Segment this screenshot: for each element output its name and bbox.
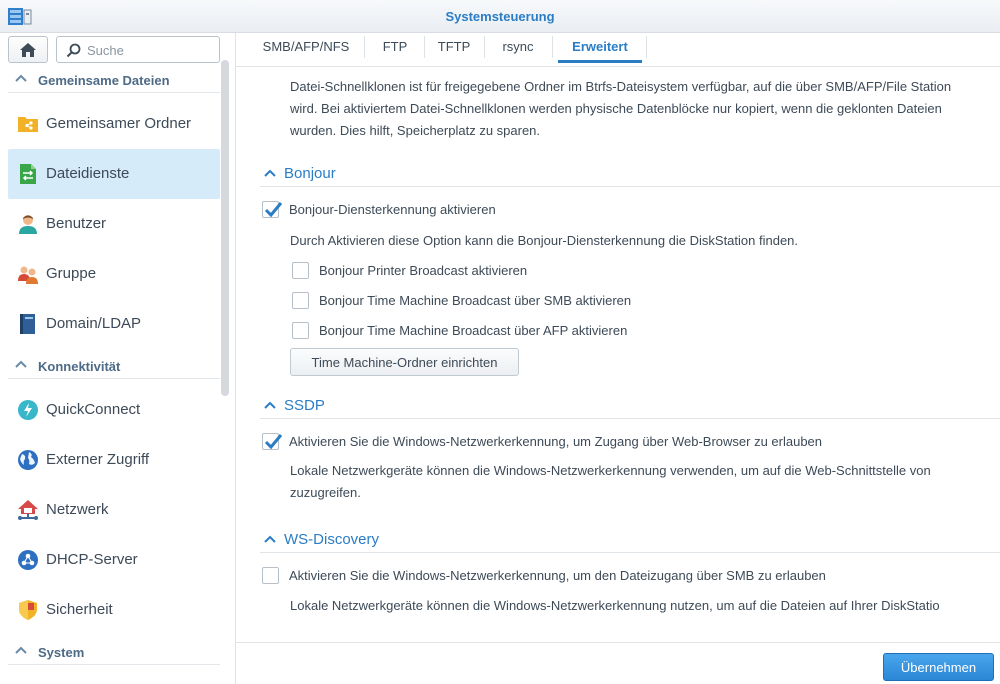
sidebar-item-quickconnect[interactable]: QuickConnect	[8, 385, 220, 435]
group-icon	[18, 266, 38, 284]
ws-discovery-description: Lokale Netzwerkgeräte können die Windows…	[290, 598, 940, 613]
title-bar: Systemsteuerung	[0, 0, 1000, 33]
ws-discovery-enable-checkbox[interactable]	[262, 567, 279, 584]
sidebar-scrollbar[interactable]	[221, 60, 229, 396]
tab-bar: SMB/AFP/NFS FTP TFTP rsync Erweitert	[236, 33, 1000, 67]
apply-button[interactable]: Übernehmen	[883, 653, 994, 681]
sidebar-item-label: Benutzer	[46, 215, 107, 232]
checkbox-label: Bonjour Time Machine Broadcast über AFP …	[319, 323, 628, 338]
user-icon	[19, 215, 37, 234]
search-icon	[66, 43, 81, 58]
search-field[interactable]	[56, 36, 220, 63]
chevron-up-icon	[15, 360, 27, 368]
section-label: System	[38, 645, 85, 660]
sidebar-item-label: Externer Zugriff	[46, 451, 150, 468]
sidebar-item-label: QuickConnect	[46, 401, 141, 418]
shared-folder-icon	[18, 117, 38, 132]
checkbox-label: Bonjour-Diensterkennung aktivieren	[289, 202, 496, 217]
tab-divider	[424, 36, 425, 58]
group-title: SSDP	[284, 397, 325, 414]
section-label: Gemeinsame Dateien	[38, 73, 170, 88]
checkbox-label: Aktivieren Sie die Windows-Netzwerkerken…	[289, 568, 826, 583]
sidebar-item-label: Dateidienste	[46, 165, 130, 182]
checkmark-icon	[264, 202, 283, 218]
section-header-system[interactable]: System	[8, 639, 220, 665]
tab-smb-afp-nfs[interactable]: SMB/AFP/NFS	[256, 33, 356, 61]
bonjour-tm-afp-checkbox[interactable]	[292, 322, 309, 339]
tab-ftp[interactable]: FTP	[370, 33, 420, 61]
intro-text-line-2: wird. Bei aktiviertem Datei-Schnellklone…	[290, 101, 942, 116]
section-header-shared-files[interactable]: Gemeinsame Dateien	[8, 67, 220, 93]
footer-bar: Übernehmen	[236, 642, 1000, 684]
chevron-up-icon	[264, 169, 276, 177]
quickconnect-icon	[18, 400, 38, 420]
group-title: Bonjour	[284, 165, 336, 182]
tab-tftp[interactable]: TFTP	[430, 33, 478, 61]
time-machine-folder-button[interactable]: Time Machine-Ordner einrichten	[290, 348, 519, 376]
tab-divider	[646, 36, 647, 58]
window-title: Systemsteuerung	[445, 9, 555, 24]
chevron-up-icon	[15, 646, 27, 654]
dhcp-icon	[18, 550, 38, 570]
bonjour-printer-checkbox[interactable]	[292, 262, 309, 279]
sidebar-item-label: Domain/LDAP	[46, 315, 142, 332]
sidebar-item-user[interactable]: Benutzer	[8, 199, 220, 249]
section-header-connectivity[interactable]: Konnektivität	[8, 353, 220, 379]
checkmark-icon	[264, 434, 283, 450]
section-label: Konnektivität	[38, 359, 121, 374]
chevron-up-icon	[15, 74, 27, 82]
ssdp-group-header[interactable]: SSDP	[260, 395, 1000, 419]
sidebar-item-label: DHCP-Server	[46, 551, 138, 568]
domain-ldap-icon	[20, 314, 35, 334]
sidebar-item-dhcp-server[interactable]: DHCP-Server	[8, 535, 220, 585]
sidebar-item-group[interactable]: Gruppe	[8, 249, 220, 299]
checkbox-label: Bonjour Printer Broadcast aktivieren	[319, 263, 528, 278]
ssdp-description-line-2: zuzugreifen.	[290, 485, 361, 500]
file-services-icon	[20, 164, 36, 184]
chevron-up-icon	[264, 535, 276, 543]
tab-rsync[interactable]: rsync	[490, 33, 546, 61]
sidebar-item-label: Netzwerk	[46, 501, 109, 518]
bonjour-tm-smb-checkbox[interactable]	[292, 292, 309, 309]
bonjour-description: Durch Aktivieren diese Option kann die B…	[290, 233, 799, 248]
checkbox-label: Bonjour Time Machine Broadcast über SMB …	[319, 293, 632, 308]
group-title: WS-Discovery	[284, 531, 380, 548]
ws-discovery-group-header[interactable]: WS-Discovery	[260, 529, 1000, 553]
sidebar-item-shared-folder[interactable]: Gemeinsamer Ordner	[8, 99, 220, 149]
tab-divider	[364, 36, 365, 58]
intro-text-line-3: wurden. Dies hilft, Speicherplatz zu spa…	[290, 123, 541, 138]
sidebar-item-network[interactable]: Netzwerk	[8, 485, 220, 535]
sidebar: Gemeinsame Dateien Gemeinsamer Ordner Da…	[0, 33, 236, 684]
home-button[interactable]	[8, 36, 48, 63]
settings-panel: Datei-Schnellklonen ist für freigegebene…	[236, 67, 1000, 642]
tab-divider	[552, 36, 553, 58]
sidebar-item-security[interactable]: Sicherheit	[8, 585, 220, 635]
bonjour-enable-checkbox[interactable]	[262, 201, 283, 218]
chevron-up-icon	[264, 401, 276, 409]
tab-advanced[interactable]: Erweitert	[558, 33, 642, 63]
ssdp-enable-checkbox[interactable]	[262, 433, 283, 450]
sidebar-item-file-services[interactable]: Dateidienste	[8, 149, 220, 199]
intro-text-line-1: Datei-Schnellklonen ist für freigegebene…	[290, 79, 952, 94]
sidebar-item-domain-ldap[interactable]: Domain/LDAP	[8, 299, 220, 349]
sidebar-item-external-access[interactable]: Externer Zugriff	[8, 435, 220, 485]
tab-divider	[484, 36, 485, 58]
home-icon	[20, 42, 36, 57]
sidebar-item-label: Sicherheit	[46, 601, 113, 618]
checkbox-label: Aktivieren Sie die Windows-Netzwerkerken…	[289, 434, 823, 449]
shield-icon	[19, 600, 37, 620]
globe-icon	[18, 450, 38, 470]
sidebar-item-label: Gruppe	[46, 265, 97, 282]
bonjour-group-header[interactable]: Bonjour	[260, 163, 1000, 187]
network-house-icon	[18, 500, 38, 520]
sidebar-item-label: Gemeinsamer Ordner	[46, 115, 192, 132]
ssdp-description-line-1: Lokale Netzwerkgeräte können die Windows…	[290, 463, 931, 478]
search-input[interactable]	[87, 41, 215, 59]
